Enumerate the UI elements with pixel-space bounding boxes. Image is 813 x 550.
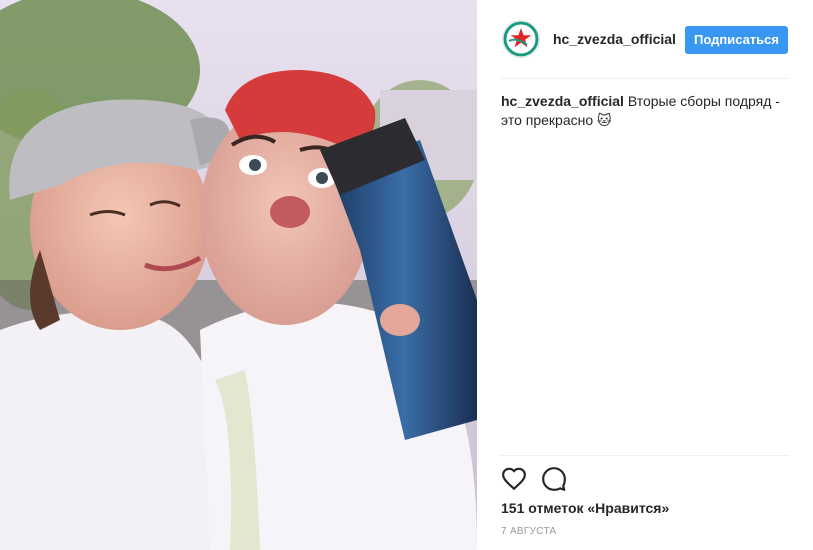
post-side-panel: hc_zvezda_official Подписаться hc_zvezda…: [477, 0, 813, 550]
post-caption: hc_zvezda_official Вторые сборы подряд -…: [501, 92, 789, 130]
profile-avatar[interactable]: [502, 20, 540, 58]
post-date[interactable]: 7 августа: [501, 526, 556, 537]
header-divider: [501, 78, 789, 79]
heart-outline-icon[interactable]: [501, 466, 527, 492]
post-photo[interactable]: [0, 0, 477, 550]
post-header: hc_zvezda_official Подписаться: [477, 0, 813, 78]
speech-bubble-icon[interactable]: [541, 466, 567, 492]
photo-illustration: [0, 0, 477, 550]
caption-username-link[interactable]: hc_zvezda_official: [501, 93, 624, 109]
actions-divider: [501, 455, 789, 456]
instagram-post-embed: hc_zvezda_official Подписаться hc_zvezda…: [0, 0, 813, 550]
likes-count[interactable]: 151 отметок «Нравится»: [501, 500, 669, 516]
club-logo-icon: [503, 21, 539, 57]
follow-button[interactable]: Подписаться: [685, 26, 788, 54]
profile-username-link[interactable]: hc_zvezda_official: [553, 31, 676, 47]
